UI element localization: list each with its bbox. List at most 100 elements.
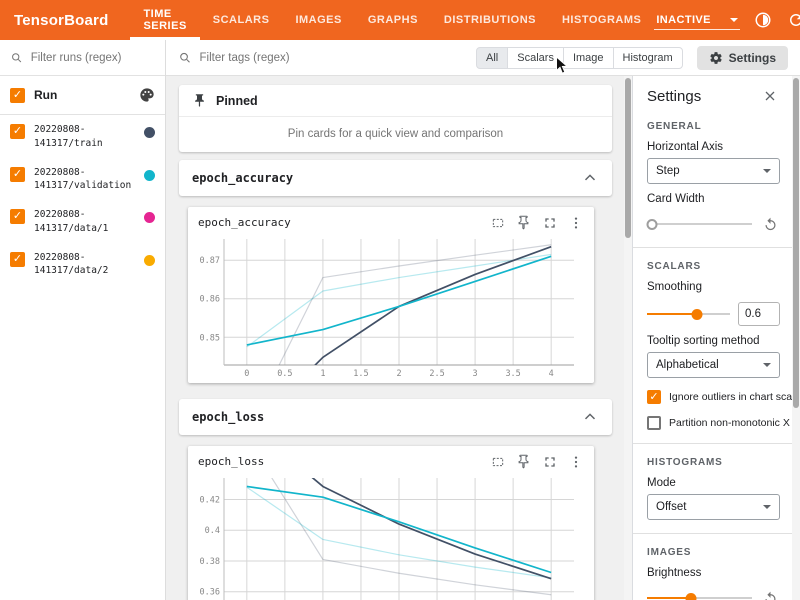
images-heading: IMAGES (647, 547, 780, 558)
run-label: 20220808-141317/validation (34, 166, 135, 194)
run-row-data-1[interactable]: ✓ 20220808-141317/data/1 (0, 200, 165, 243)
dark-mode-toggle-icon[interactable] (753, 10, 773, 30)
refresh-icon[interactable] (786, 10, 800, 30)
more-options-icon[interactable] (567, 214, 584, 231)
scrollbar-thumb[interactable] (625, 78, 631, 238)
card-width-slider[interactable] (647, 217, 752, 231)
runs-column-label: Run (34, 88, 130, 102)
tab-scalars[interactable]: SCALARS (200, 0, 283, 40)
svg-text:4: 4 (549, 369, 554, 379)
svg-text:1: 1 (320, 369, 325, 379)
ignore-outliers-label: Ignore outliers in chart scaling (669, 391, 800, 403)
tag-filter-input[interactable] (200, 52, 409, 64)
chevron-down-icon (763, 363, 771, 367)
more-options-icon[interactable] (567, 453, 584, 470)
chip-histogram[interactable]: Histogram (613, 47, 683, 69)
run-color-dot (144, 127, 155, 138)
tag-type-filter-group: All Scalars Image Histogram (476, 47, 683, 69)
svg-text:0.5: 0.5 (277, 369, 292, 379)
fit-domain-icon[interactable] (489, 453, 506, 470)
reset-icon[interactable] (760, 214, 780, 234)
card-title: epoch_accuracy (198, 216, 489, 229)
main-scrollbar[interactable] (624, 76, 632, 600)
run-label: 20220808-141317/train (34, 123, 135, 151)
section-header-epoch-loss[interactable]: epoch_loss (179, 399, 612, 435)
section-title: epoch_accuracy (192, 171, 293, 185)
fit-domain-icon[interactable] (489, 214, 506, 231)
run-checkbox[interactable]: ✓ (10, 209, 25, 224)
card-title: epoch_loss (198, 455, 489, 468)
pinned-card: Pinned Pin cards for a quick view and co… (179, 85, 612, 152)
epoch-accuracy-chart[interactable]: 00.511.522.533.540.850.860.87 (190, 233, 582, 383)
pin-icon (192, 93, 207, 108)
tab-images[interactable]: IMAGES (282, 0, 354, 40)
tab-histograms[interactable]: HISTOGRAMS (549, 0, 654, 40)
scrollbar-thumb[interactable] (793, 78, 799, 408)
smoothing-input[interactable] (738, 302, 780, 326)
chevron-up-icon[interactable] (581, 169, 599, 187)
settings-button[interactable]: Settings (697, 46, 788, 70)
svg-text:0.86: 0.86 (200, 295, 220, 305)
partition-x-axis-checkbox[interactable]: ✓ Partition non-monotonic X axis (647, 416, 780, 430)
svg-text:3: 3 (473, 369, 478, 379)
inactive-label: INACTIVE (656, 14, 711, 26)
reset-icon[interactable] (760, 588, 780, 600)
app-title: TensorBoard (0, 0, 130, 40)
fullscreen-icon[interactable] (541, 453, 558, 470)
ignore-outliers-checkbox[interactable]: ✓ Ignore outliers in chart scaling (647, 390, 780, 404)
svg-text:3.5: 3.5 (505, 369, 520, 379)
section-body-epoch-accuracy: epoch_accuracy 00.511.522.533.540.850.86… (179, 204, 612, 399)
svg-text:2: 2 (396, 369, 401, 379)
runs-sidebar: ✓ Run ✓ 20220808-141317/train ✓ 20220808… (0, 40, 166, 600)
run-filter (0, 40, 165, 76)
scalar-card-epoch-accuracy: epoch_accuracy 00.511.522.533.540.850.86… (188, 207, 594, 383)
inactive-dashboards-select[interactable]: INACTIVE (654, 11, 740, 30)
run-color-dot (144, 212, 155, 223)
app-header: TensorBoard TIME SERIES SCALARS IMAGES G… (0, 0, 800, 40)
chip-scalars[interactable]: Scalars (507, 47, 564, 69)
settings-scrollbar[interactable] (792, 76, 800, 600)
tab-distributions[interactable]: DISTRIBUTIONS (431, 0, 549, 40)
chip-all[interactable]: All (476, 47, 508, 69)
histogram-mode-select[interactable]: Offset (647, 494, 780, 520)
run-checkbox[interactable]: ✓ (10, 124, 25, 139)
horizontal-axis-select[interactable]: Step (647, 158, 780, 184)
section-header-epoch-accuracy[interactable]: epoch_accuracy (179, 160, 612, 196)
pinned-title: Pinned (216, 94, 258, 108)
chip-image[interactable]: Image (563, 47, 614, 69)
cards-area: Pinned Pin cards for a quick view and co… (166, 76, 632, 600)
svg-text:0: 0 (244, 369, 249, 379)
tab-time-series[interactable]: TIME SERIES (130, 0, 199, 40)
horizontal-axis-value: Step (656, 165, 680, 177)
checkbox-icon: ✓ (647, 390, 661, 404)
run-filter-input[interactable] (31, 52, 155, 64)
close-icon[interactable] (760, 86, 780, 106)
section-body-epoch-loss: epoch_loss 00.511.522.533.540.360.380.40… (179, 443, 612, 600)
pin-icon[interactable] (515, 453, 532, 470)
card-width-label: Card Width (647, 193, 780, 205)
settings-button-label: Settings (729, 51, 776, 65)
run-row-data-2[interactable]: ✓ 20220808-141317/data/2 (0, 243, 165, 286)
brightness-slider[interactable] (647, 591, 752, 600)
tab-graphs[interactable]: GRAPHS (355, 0, 431, 40)
tooltip-sort-select[interactable]: Alphabetical (647, 352, 780, 378)
run-checkbox[interactable]: ✓ (10, 167, 25, 182)
header-actions: INACTIVE ? (654, 0, 800, 40)
card-header: epoch_accuracy (188, 207, 594, 233)
run-row-validation[interactable]: ✓ 20220808-141317/validation (0, 158, 165, 201)
chevron-up-icon[interactable] (581, 408, 599, 426)
svg-text:0.4: 0.4 (205, 526, 220, 536)
smoothing-slider[interactable] (647, 307, 730, 321)
chevron-down-icon (763, 169, 771, 173)
pin-icon[interactable] (515, 214, 532, 231)
run-checkbox[interactable]: ✓ (10, 252, 25, 267)
run-row-train[interactable]: ✓ 20220808-141317/train (0, 115, 165, 158)
partition-x-axis-label: Partition non-monotonic X axis (669, 417, 800, 429)
svg-text:0.42: 0.42 (200, 496, 220, 506)
tag-filter (178, 50, 408, 66)
epoch-loss-chart[interactable]: 00.511.522.533.540.360.380.40.42 (190, 472, 582, 600)
card-header: epoch_loss (188, 446, 594, 472)
fullscreen-icon[interactable] (541, 214, 558, 231)
tooltip-sort-label: Tooltip sorting method (647, 335, 780, 347)
select-all-runs-checkbox[interactable]: ✓ (10, 88, 25, 103)
